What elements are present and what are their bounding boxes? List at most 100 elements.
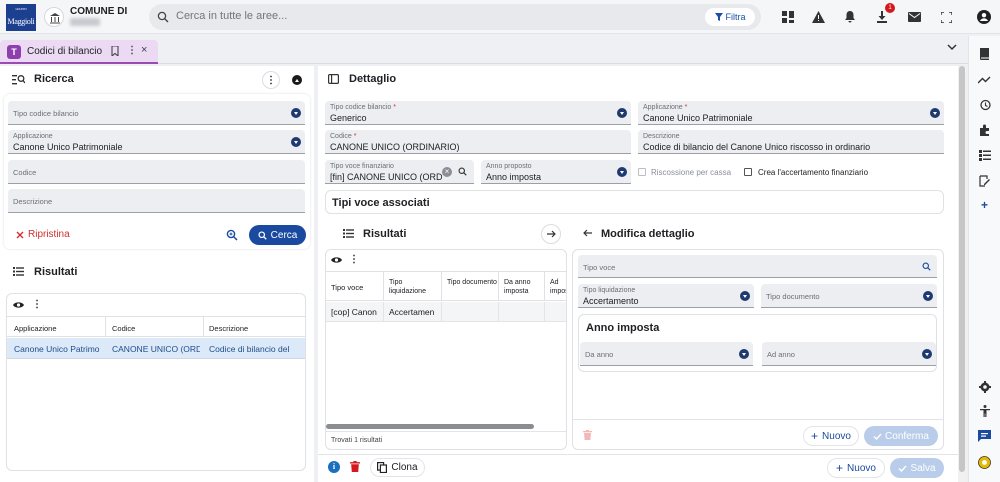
- col-tipo-documento[interactable]: Tipo documento: [447, 278, 497, 287]
- clear-icon[interactable]: ×: [442, 167, 452, 177]
- tabs-expand-chevron-icon[interactable]: [947, 44, 957, 51]
- ricerca-collapse-icon[interactable]: [288, 71, 306, 89]
- bell-icon[interactable]: [840, 7, 860, 27]
- arrow-right-icon[interactable]: [541, 224, 561, 244]
- tab-close-icon[interactable]: ×: [141, 44, 147, 56]
- dropdown-icon[interactable]: [617, 167, 627, 177]
- table-row[interactable]: Canone Unico Patrimo CANONE UNICO (ORDI …: [7, 338, 305, 359]
- search-input[interactable]: [176, 10, 636, 22]
- book-icon[interactable]: [979, 48, 990, 60]
- cell-tipo-voce: [cop] Canon: [331, 307, 377, 317]
- anno-proposto-field[interactable]: Anno proposto Anno imposta: [481, 160, 631, 184]
- cerca-button[interactable]: Cerca: [249, 225, 306, 245]
- dropdown-icon[interactable]: [930, 108, 940, 118]
- cell-descrizione: Codice di bilancio del: [209, 344, 290, 354]
- codice-field[interactable]: Codice: [8, 160, 305, 184]
- ripristina-button[interactable]: Ripristina: [16, 229, 70, 240]
- comune-name-redacted: [70, 18, 100, 26]
- ricerca-title: Ricerca: [34, 73, 74, 85]
- sidebar-add-icon[interactable]: +: [981, 198, 988, 212]
- delete-icon[interactable]: [350, 461, 360, 472]
- dropdown-icon[interactable]: [291, 137, 301, 147]
- tipo-liquidazione-field[interactable]: Tipo liquidazione Accertamento: [578, 284, 754, 308]
- list-icon[interactable]: [979, 150, 991, 161]
- inner-table-more-icon[interactable]: ⋮: [349, 254, 359, 265]
- tab-more-icon[interactable]: ⋮: [127, 45, 137, 56]
- accertamento-checkbox[interactable]: [744, 168, 752, 176]
- modifica-nuovo-button[interactable]: + Nuovo: [803, 426, 859, 446]
- ricerca-more-icon[interactable]: ⋮: [262, 71, 280, 89]
- ad-anno-field[interactable]: Ad anno: [762, 342, 936, 366]
- apps-grid-icon[interactable]: [778, 7, 798, 27]
- nuovo-button[interactable]: + Nuovo: [827, 458, 885, 478]
- puzzle-icon[interactable]: [979, 124, 991, 136]
- tipo-codice-field[interactable]: Tipo codice bilancio * Generico: [325, 101, 631, 125]
- conferma-button[interactable]: Conferma: [864, 426, 938, 446]
- fullscreen-icon[interactable]: [936, 7, 956, 27]
- col-ad-imposta[interactable]: Ad imposta: [550, 278, 566, 296]
- history-icon[interactable]: [979, 99, 991, 111]
- chat-icon[interactable]: [978, 430, 991, 442]
- salva-button[interactable]: Salva: [890, 458, 944, 478]
- page-scrollbar-thumb[interactable]: [959, 66, 965, 472]
- tipo-voce-finanziario-field[interactable]: Tipo voce finanziario [fin] CANONE UNICO…: [325, 160, 474, 184]
- search-icon[interactable]: [922, 262, 931, 271]
- codice-detail-field[interactable]: Codice * CANONE UNICO (ORDINARIO): [325, 130, 631, 154]
- descrizione-field[interactable]: Descrizione: [8, 189, 305, 213]
- table-more-icon[interactable]: ⋮: [32, 299, 42, 310]
- col-da-anno-imposta[interactable]: Da anno imposta: [504, 278, 544, 296]
- col-descrizione[interactable]: Descrizione: [209, 324, 248, 333]
- col-tipo-voce[interactable]: Tipo voce: [331, 283, 363, 292]
- comune-label: COMUNE DI: [70, 6, 128, 17]
- tab-codici-di-bilancio[interactable]: T Codici di bilancio ⋮ ×: [0, 40, 158, 64]
- clona-button[interactable]: Clona: [370, 458, 425, 477]
- da-anno-field[interactable]: Da anno: [580, 342, 753, 366]
- filter-button[interactable]: Filtra: [705, 8, 755, 26]
- arrow-back-icon[interactable]: [583, 229, 592, 237]
- tipo-codice-bilancio-field[interactable]: Tipo codice bilancio: [8, 101, 305, 125]
- dropdown-icon[interactable]: [740, 291, 750, 301]
- dropdown-icon[interactable]: [291, 108, 301, 118]
- field-label: Tipo liquidazione: [583, 287, 636, 294]
- download-icon[interactable]: 1: [872, 3, 895, 27]
- dropdown-icon[interactable]: [739, 349, 749, 359]
- dropdown-icon[interactable]: [922, 349, 932, 359]
- maggioli-logo[interactable]: GRUPPO Maggioli: [6, 4, 36, 31]
- settings-gear-icon[interactable]: [979, 381, 991, 393]
- user-account-icon[interactable]: [974, 7, 994, 27]
- tipo-documento-field[interactable]: Tipo documento: [761, 284, 937, 308]
- info-icon[interactable]: i: [328, 461, 340, 473]
- col-codice[interactable]: Codice: [112, 324, 135, 333]
- dropdown-icon[interactable]: [923, 291, 933, 301]
- filter-icon: [714, 13, 723, 21]
- bookmark-icon[interactable]: [111, 46, 119, 56]
- advanced-search-icon[interactable]: [226, 229, 238, 241]
- accessibility-icon[interactable]: [979, 405, 991, 417]
- edit-note-icon[interactable]: [979, 175, 991, 187]
- global-search[interactable]: Filtra: [149, 4, 761, 30]
- field-label: Ad anno: [767, 350, 795, 359]
- visibility-eye-icon[interactable]: [13, 301, 24, 309]
- dropdown-icon[interactable]: [617, 108, 627, 118]
- support-lifebuoy-icon[interactable]: [978, 456, 991, 469]
- visibility-eye-icon[interactable]: [331, 256, 342, 264]
- search-icon: [258, 230, 267, 240]
- field-label: Applicazione: [13, 133, 53, 140]
- applicazione-detail-field[interactable]: Applicazione * Canone Unico Patrimoniale: [638, 101, 944, 125]
- tipo-voce-field[interactable]: Tipo voce: [578, 255, 937, 278]
- horizontal-scrollbar[interactable]: [326, 424, 534, 429]
- delete-disabled-icon[interactable]: [583, 430, 592, 440]
- col-applicazione[interactable]: Applicazione: [14, 324, 57, 333]
- nuovo-label: Nuovo: [822, 430, 851, 442]
- mail-icon[interactable]: [904, 7, 924, 27]
- trending-icon[interactable]: [978, 75, 991, 84]
- inner-risultati-title: Risultati: [363, 228, 407, 240]
- search-icon[interactable]: [458, 167, 467, 176]
- accertamento-label: Crea l'accertamento finanziario: [758, 168, 869, 177]
- warning-icon[interactable]: [808, 7, 828, 27]
- table-row[interactable]: [cop] Canon Accertamen: [326, 302, 566, 322]
- descrizione-detail-field[interactable]: Descrizione Codice di bilancio del Canon…: [638, 130, 944, 154]
- riscossione-checkbox[interactable]: [638, 168, 646, 176]
- applicazione-field[interactable]: Applicazione Canone Unico Patrimoniale: [8, 130, 305, 154]
- col-tipo-liquidazione[interactable]: Tipo liquidazione: [389, 278, 439, 296]
